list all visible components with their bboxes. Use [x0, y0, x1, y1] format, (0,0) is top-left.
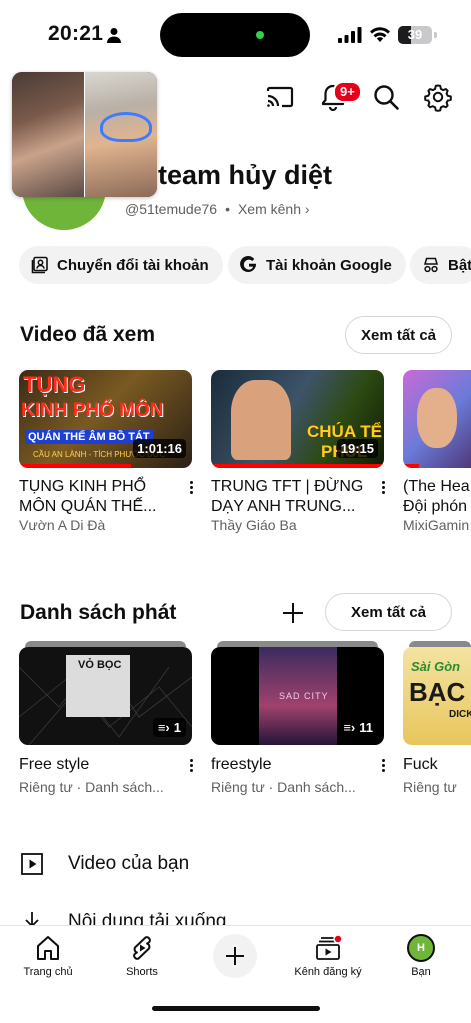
your-videos-row[interactable]: Video của bạn	[20, 852, 189, 876]
playlist-thumbnail[interactable]: Sài Gòn BẠC DICK	[403, 647, 471, 745]
shorts-icon	[133, 936, 151, 960]
watch-progress-bar	[19, 464, 132, 468]
battery-icon: 39	[398, 26, 432, 44]
history-section-title: Video đã xem	[20, 323, 156, 346]
playlist-meta: Riêng tư · Danh sách...	[211, 779, 356, 795]
switch-account-chip[interactable]: Chuyển đổi tài khoản	[19, 246, 223, 284]
status-bar: 20:21 39	[0, 0, 471, 70]
nav-subscriptions[interactable]: Kênh đăng ký	[283, 934, 373, 978]
video-title[interactable]: TRUNG TFT | ĐỪNG DẠY ANH TRUNG...	[211, 477, 371, 517]
playlist-meta: Riêng tư · Danh sách...	[19, 779, 164, 795]
incognito-icon	[424, 257, 438, 273]
playlist-title[interactable]: Free style	[19, 755, 179, 775]
wifi-icon	[370, 27, 390, 42]
history-see-all-button[interactable]: Xem tất cả	[345, 316, 452, 354]
video-title[interactable]: TỤNG KINH PHỔ MÔN QUÁN THẾ...	[19, 477, 179, 517]
playlist-count-badge: ≡› 1	[152, 718, 186, 737]
camera-indicator-icon	[256, 31, 264, 39]
more-options-icon[interactable]	[379, 757, 387, 777]
cellular-signal-icon	[338, 27, 362, 43]
nav-home[interactable]: Trang chủ	[3, 934, 93, 978]
you-avatar-icon: H	[407, 934, 435, 962]
playlist-title[interactable]: freestyle	[211, 755, 371, 775]
playlist-count-badge: ≡› 11	[338, 718, 378, 737]
cast-icon[interactable]	[265, 82, 295, 112]
create-button[interactable]	[213, 934, 257, 978]
more-options-icon[interactable]	[187, 757, 195, 777]
picture-in-picture-video[interactable]	[12, 72, 157, 197]
playlists-see-all-button[interactable]: Xem tất cả	[325, 593, 452, 631]
person-icon	[107, 28, 121, 43]
switch-account-icon	[31, 256, 48, 274]
notification-count-badge: 9+	[333, 81, 362, 103]
playlist-thumbnail[interactable]: SAD CITY ≡› 11	[211, 647, 384, 745]
search-icon[interactable]	[371, 82, 401, 112]
status-time: 20:21	[48, 22, 104, 45]
view-channel-link[interactable]: Xem kênh ›	[238, 201, 310, 217]
video-channel: Vườn A Di Đà	[19, 517, 106, 533]
subscriptions-icon	[316, 934, 342, 960]
playlist-icon: ≡›	[157, 720, 170, 735]
home-icon	[37, 936, 59, 960]
video-thumbnail[interactable]: CHÚA TỂ PHUL 19:15	[211, 370, 384, 468]
video-duration: 19:15	[336, 439, 378, 458]
more-options-icon[interactable]	[379, 479, 387, 499]
channel-handle: @51temude76	[125, 201, 218, 217]
watch-progress-bar	[211, 464, 384, 468]
channel-handle-row: @51temude76 • Xem kênh ›	[125, 201, 310, 217]
channel-name: team hủy diệt	[158, 160, 333, 190]
battery-percent: 39	[407, 27, 423, 42]
add-playlist-icon[interactable]	[280, 600, 306, 626]
video-channel: MixiGamin	[403, 517, 470, 533]
incognito-chip[interactable]: Bật	[410, 246, 471, 284]
playlists-section-title: Danh sách phát	[20, 601, 177, 624]
settings-gear-icon[interactable]	[423, 82, 453, 112]
create-icon	[226, 947, 244, 965]
dynamic-island	[160, 13, 310, 57]
more-options-icon[interactable]	[187, 479, 195, 499]
playlist-thumbnail[interactable]: VỎ BỌC ≡› 1	[19, 647, 192, 745]
playlist-title[interactable]: Fuck	[403, 755, 463, 775]
playlist-meta: Riêng tư	[403, 779, 457, 795]
chevron-right-icon: ›	[304, 201, 310, 217]
video-thumbnail[interactable]	[403, 370, 471, 468]
video-duration: 1:01:16	[133, 439, 186, 458]
nav-shorts[interactable]: Shorts	[97, 934, 187, 978]
watch-progress-bar	[403, 464, 419, 468]
video-thumbnail[interactable]: TỤNG KINH PHỔ MÔN QUÁN THẾ ÂM BỒ TÁT CẦU…	[19, 370, 192, 468]
play-box-icon	[21, 853, 43, 875]
video-title[interactable]: (The Hea Đội phón	[403, 477, 471, 517]
google-icon	[240, 256, 256, 273]
playlist-icon: ≡›	[343, 720, 356, 735]
google-account-chip[interactable]: Tài khoản Google	[228, 246, 406, 284]
home-indicator	[152, 1006, 320, 1011]
video-channel: Thầy Giáo Ba	[211, 517, 297, 533]
nav-you[interactable]: H Bạn	[376, 934, 466, 978]
